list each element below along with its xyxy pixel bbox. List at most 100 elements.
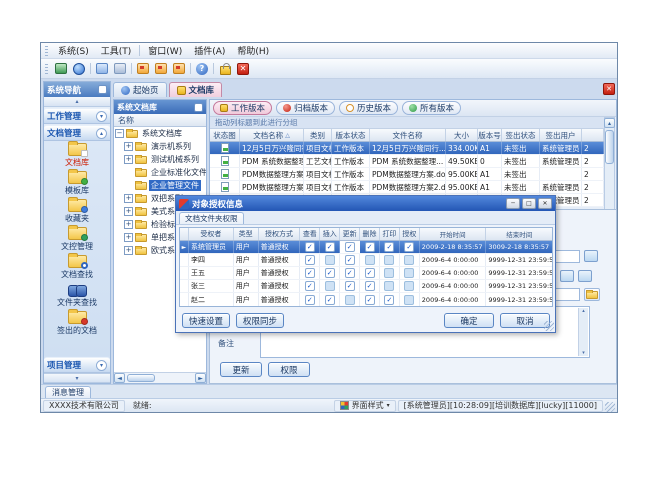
collapse-icon[interactable]: −	[115, 129, 124, 138]
sidebar-item-document-library[interactable]: 文档库	[65, 143, 89, 168]
scroll-thumb[interactable]	[127, 374, 155, 382]
chevron-down-icon[interactable]: ▾	[96, 111, 107, 122]
tree-node[interactable]: +演示机系列	[114, 140, 206, 153]
report-button[interactable]	[171, 61, 187, 76]
delete-checkbox[interactable]	[365, 255, 375, 265]
permission-button[interactable]: 权限	[268, 362, 310, 377]
tree-node-selected[interactable]: 企业管理文件	[114, 179, 206, 192]
print-checkbox[interactable]	[384, 268, 394, 278]
column-size[interactable]: 大小	[446, 129, 478, 141]
work-version-button[interactable]: 工作版本	[213, 101, 272, 115]
column-checkout-status[interactable]: 签出状态	[502, 129, 540, 141]
minimize-button[interactable]: ─	[506, 198, 520, 209]
scroll-left-icon[interactable]: ◄	[114, 373, 125, 383]
print-checkbox[interactable]	[384, 242, 394, 252]
permission-row[interactable]: 张三用户普通授权 2009-6-4 0:00:009999-12-31 23:5…	[180, 280, 552, 293]
grant-checkbox[interactable]	[404, 268, 414, 278]
expand-icon[interactable]: +	[124, 207, 133, 216]
grant-checkbox[interactable]	[404, 242, 414, 252]
update-button[interactable]: 更新	[220, 362, 262, 377]
close-button[interactable]: ✕	[538, 198, 552, 209]
permission-row[interactable]: 李四用户普通授权 2009-6-4 0:00:009999-12-31 23:5…	[180, 254, 552, 267]
sidebar-menu-icon[interactable]	[98, 85, 107, 94]
help-button[interactable]: ?	[194, 61, 210, 76]
history-version-button[interactable]: 历史版本	[339, 101, 398, 115]
scroll-right-icon[interactable]: ►	[195, 373, 206, 383]
tab-folder-permissions[interactable]: 文档文件夹权限	[179, 212, 244, 224]
column-checkout-user[interactable]: 签出用户	[540, 129, 582, 141]
tree-node[interactable]: +测试机械系列	[114, 153, 206, 166]
quick-settings-button[interactable]: 快速设置	[182, 313, 230, 328]
archived-version-button[interactable]: 归档版本	[276, 101, 335, 115]
close-tab-button[interactable]: ✕	[603, 83, 615, 95]
scroll-up-icon[interactable]: ▴	[604, 118, 615, 128]
column-print[interactable]: 打印	[380, 228, 400, 240]
grant-checkbox[interactable]	[404, 295, 414, 305]
update-checkbox[interactable]	[345, 242, 355, 252]
delete-checkbox[interactable]	[365, 295, 375, 305]
column-extra[interactable]	[582, 129, 604, 141]
calendar-button[interactable]	[153, 61, 169, 76]
globe-button[interactable]	[71, 61, 87, 76]
insert-checkbox[interactable]	[325, 281, 335, 291]
sidebar-item-doc-search[interactable]: 文档查找	[61, 255, 93, 280]
expand-icon[interactable]: +	[124, 194, 133, 203]
ok-button[interactable]: 确定	[444, 313, 494, 328]
menubar-grip[interactable]	[45, 46, 48, 56]
tab-start-page[interactable]: 起始页	[113, 82, 167, 97]
cancel-button[interactable]: 取消	[500, 313, 550, 328]
grant-checkbox[interactable]	[404, 281, 414, 291]
sidebar-item-doc-control[interactable]: 文控管理	[61, 227, 93, 252]
scroll-thumb[interactable]	[605, 130, 614, 164]
all-versions-button[interactable]: 所有版本	[402, 101, 461, 115]
table-row[interactable]: PDM 系统数据整理检...工艺文档 工作版本PDM 系统数据整理... 49.…	[210, 155, 604, 168]
expand-icon[interactable]: +	[124, 155, 133, 164]
column-view[interactable]: 查看	[300, 228, 320, 240]
panel-work-management[interactable]: 工作管理 ▾	[44, 108, 110, 124]
column-file-name[interactable]: 文件名称	[370, 129, 446, 141]
interface-style-button[interactable]: 界面样式 ▾	[334, 400, 396, 412]
menu-tools[interactable]: 工具(T)	[95, 43, 138, 58]
insert-checkbox[interactable]	[325, 268, 335, 278]
menu-plugins[interactable]: 插件(A)	[188, 43, 231, 58]
expand-icon[interactable]: +	[124, 220, 133, 229]
tree-column-header[interactable]: 名称	[114, 114, 206, 127]
exit-button[interactable]: ✕	[235, 61, 251, 76]
insert-checkbox[interactable]	[325, 242, 335, 252]
column-delete[interactable]: 删除	[360, 228, 380, 240]
sidebar-scroll-up[interactable]: ▴	[44, 97, 110, 107]
property-button-1[interactable]	[584, 250, 598, 262]
browse-folder-button[interactable]	[584, 288, 600, 301]
table-row[interactable]: 12月5日万兴隆同行...项目文档 工作版本12月5日万兴隆同行... 334.…	[210, 142, 604, 155]
tree-node-root[interactable]: −系统文档库	[114, 127, 206, 140]
computer-button[interactable]	[53, 61, 69, 76]
column-grant[interactable]: 授权	[400, 228, 420, 240]
tree-horizontal-scrollbar[interactable]: ◄ ►	[114, 372, 206, 383]
column-grantee[interactable]: 受权者	[189, 228, 234, 240]
open-folder-button[interactable]	[94, 61, 110, 76]
column-start-time[interactable]: 开始时间	[420, 228, 487, 240]
chevron-up-icon[interactable]: ▴	[96, 128, 107, 139]
sidebar-item-favorites[interactable]: 收藏夹	[65, 199, 89, 224]
menu-window[interactable]: 窗口(W)	[142, 43, 188, 58]
menu-help[interactable]: 帮助(H)	[231, 43, 275, 58]
chevron-down-icon[interactable]: ▾	[96, 360, 107, 371]
expand-icon[interactable]: +	[124, 142, 133, 151]
column-status-icon[interactable]: 状态图	[210, 129, 240, 141]
message-management-tab[interactable]: 消息管理	[45, 386, 91, 398]
update-checkbox[interactable]	[345, 295, 355, 305]
update-checkbox[interactable]	[345, 268, 355, 278]
column-update[interactable]: 更新	[340, 228, 360, 240]
column-end-time[interactable]: 结束时间	[486, 228, 552, 240]
menu-system[interactable]: 系统(S)	[52, 43, 95, 58]
column-version-status[interactable]: 版本状态	[332, 129, 370, 141]
delete-checkbox[interactable]	[365, 281, 375, 291]
textarea-scrollbar[interactable]: ▴▾	[578, 308, 588, 356]
table-row[interactable]: PDM数据整理方案.doc项目文档 工作版本PDM数据整理方案.doc 95.0…	[210, 168, 604, 181]
view-checkbox[interactable]	[305, 281, 315, 291]
insert-checkbox[interactable]	[325, 295, 335, 305]
permission-row[interactable]: 王五用户普通授权 2009-6-4 0:00:009999-12-31 23:5…	[180, 267, 552, 280]
column-insert[interactable]: 插入	[320, 228, 340, 240]
view-checkbox[interactable]	[305, 255, 315, 265]
print-checkbox[interactable]	[384, 295, 394, 305]
